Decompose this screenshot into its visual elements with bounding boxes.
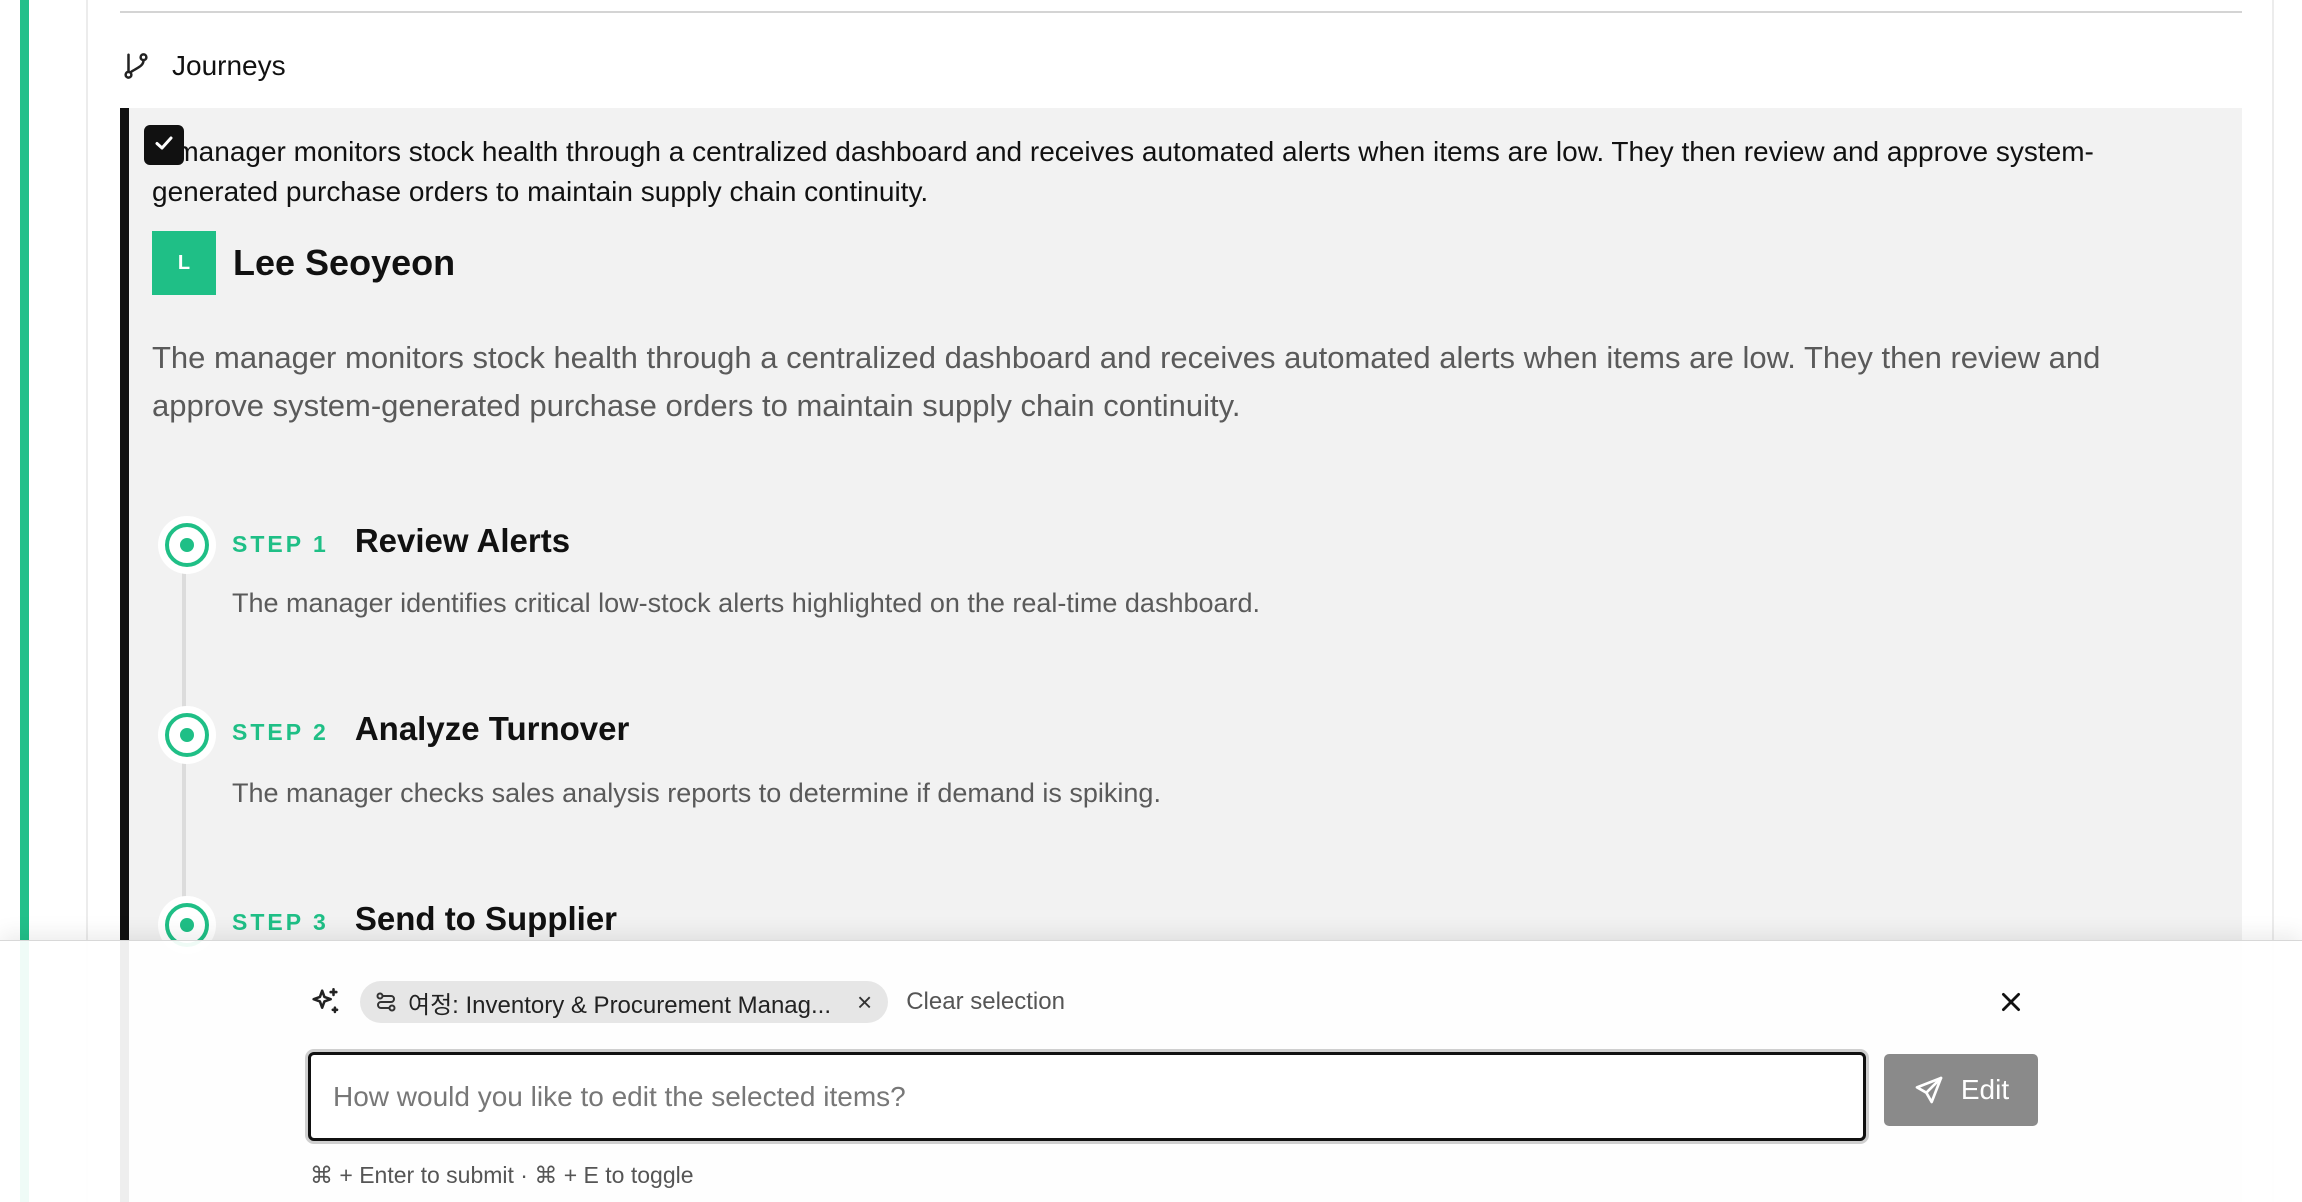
persona: L Lee Seoyeon	[152, 231, 455, 295]
edit-submit-button[interactable]: Edit	[1884, 1054, 2038, 1126]
step-title: Send to Supplier	[354, 900, 618, 937]
step-title: Review Alerts	[354, 522, 571, 559]
journey-description: The manager monitors stock health throug…	[152, 340, 2101, 423]
send-icon	[1913, 1074, 1945, 1106]
step-item: STEP 2 Analyze Turnover The manager chec…	[152, 706, 1552, 816]
route-icon	[374, 990, 398, 1014]
journey-summary: e manager monitors stock health through …	[152, 136, 2094, 207]
step-description: The manager checks sales analysis report…	[232, 778, 1161, 808]
persona-name: Lee Seoyeon	[233, 242, 456, 283]
edit-submit-label: Edit	[1960, 1074, 2010, 1105]
check-icon	[152, 131, 176, 160]
section-header: Journeys	[120, 48, 286, 84]
chip-remove-icon[interactable]: ×	[857, 989, 872, 1015]
selection-row: 여정: Inventory & Procurement Manag... × C…	[308, 981, 1065, 1023]
sparkles-icon	[308, 985, 342, 1019]
step-label: STEP 1	[232, 531, 329, 557]
step-title: Analyze Turnover	[354, 710, 630, 747]
step-marker-icon	[158, 516, 216, 574]
step-label: STEP 3	[232, 909, 329, 935]
section-divider	[120, 11, 2242, 13]
step-label: STEP 2	[232, 719, 329, 745]
selected-item-chip[interactable]: 여정: Inventory & Procurement Manag... ×	[360, 981, 889, 1023]
step-description: The manager identifies critical low-stoc…	[232, 588, 1261, 618]
keyboard-hint: ⌘ + Enter to submit · ⌘ + E to toggle	[310, 1162, 694, 1188]
close-icon[interactable]	[1994, 985, 2028, 1019]
step-item: STEP 1 Review Alerts The manager identif…	[152, 516, 1552, 626]
git-branch-icon	[120, 50, 152, 82]
select-checkbox[interactable]	[144, 125, 184, 165]
section-title: Journeys	[172, 50, 286, 81]
clear-selection-link[interactable]: Clear selection	[906, 988, 1065, 1016]
step-marker-icon	[158, 706, 216, 764]
edit-instruction-input[interactable]	[308, 1052, 1866, 1141]
chip-label: 여정: Inventory & Procurement Manag...	[408, 991, 832, 1019]
avatar: L	[152, 231, 216, 295]
